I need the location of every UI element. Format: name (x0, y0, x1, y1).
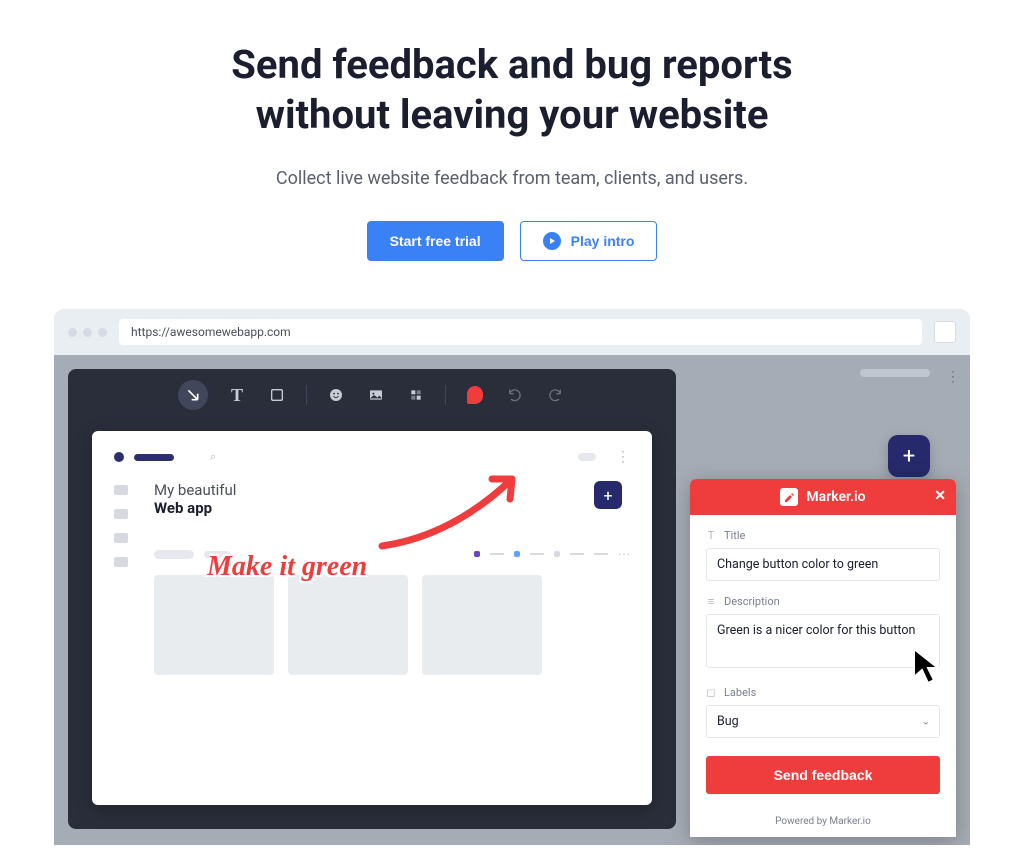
play-icon (543, 232, 561, 250)
marker-logo-icon (780, 488, 798, 506)
sidebar-item (114, 533, 128, 543)
card-placeholder (154, 575, 274, 675)
arrow-tool[interactable] (178, 380, 208, 410)
panel-header: Marker.io ✕ (690, 479, 956, 515)
description-label: Description (724, 595, 780, 608)
title-icon: T (706, 531, 716, 541)
browser-mockup: https://awesomewebapp.com ⋮ T (54, 309, 970, 845)
hero-subtitle: Collect live website feedback from team,… (0, 168, 1024, 189)
app-title-line1: My beautiful (154, 481, 630, 499)
window-controls (68, 328, 107, 337)
text-tool[interactable]: T (226, 384, 248, 406)
app-logo (114, 452, 124, 462)
url-bar[interactable]: https://awesomewebapp.com (119, 319, 922, 345)
title-label: Title (724, 529, 745, 542)
search-icon: ⌕ (210, 450, 216, 464)
start-trial-button[interactable]: Start free trial (367, 221, 504, 261)
labels-select[interactable]: Bug (706, 705, 940, 738)
description-icon: ≡ (706, 597, 716, 607)
app-title-line2: Web app (154, 499, 630, 517)
annotation-editor: T (68, 369, 676, 829)
title-input[interactable] (706, 548, 940, 581)
redo-button[interactable] (544, 384, 566, 406)
description-input[interactable]: Green is a nicer color for this button (706, 614, 940, 668)
browser-action-icon (934, 321, 956, 343)
card-placeholder (288, 575, 408, 675)
screenshot-canvas: ⌕ ⋮ My beautiful Web app (92, 431, 652, 805)
feedback-panel: Marker.io ✕ T Title ≡ Description Green is… (690, 479, 956, 837)
panel-footer: Powered by Marker.io (690, 806, 956, 837)
sidebar-item (114, 557, 128, 567)
widget-launcher-button[interactable]: + (888, 435, 930, 477)
card-placeholder (422, 575, 542, 675)
sidebar-item (114, 509, 128, 519)
editor-toolbar: T (68, 369, 676, 421)
emoji-tool[interactable] (325, 384, 347, 406)
hero-title: Send feedback and bug reports without le… (0, 40, 1024, 140)
sidebar-item (114, 485, 128, 495)
play-intro-button[interactable]: Play intro (520, 221, 658, 261)
placeholder (578, 453, 596, 461)
blur-tool[interactable] (405, 384, 427, 406)
annotation-text: Make it green (207, 551, 367, 583)
placeholder-strip (860, 369, 930, 377)
image-tool[interactable] (365, 384, 387, 406)
labels-label: Labels (724, 686, 756, 699)
pin-tool[interactable] (464, 384, 486, 406)
close-icon[interactable]: ✕ (934, 488, 946, 504)
undo-button[interactable] (504, 384, 526, 406)
add-button[interactable]: + (594, 481, 622, 509)
send-feedback-button[interactable]: Send feedback (706, 756, 940, 794)
more-icon[interactable]: ⋮ (946, 369, 960, 385)
labels-icon: ◻ (706, 688, 716, 698)
rectangle-tool[interactable] (266, 384, 288, 406)
app-name-placeholder (134, 454, 174, 461)
more-icon: ⋮ (616, 449, 630, 465)
